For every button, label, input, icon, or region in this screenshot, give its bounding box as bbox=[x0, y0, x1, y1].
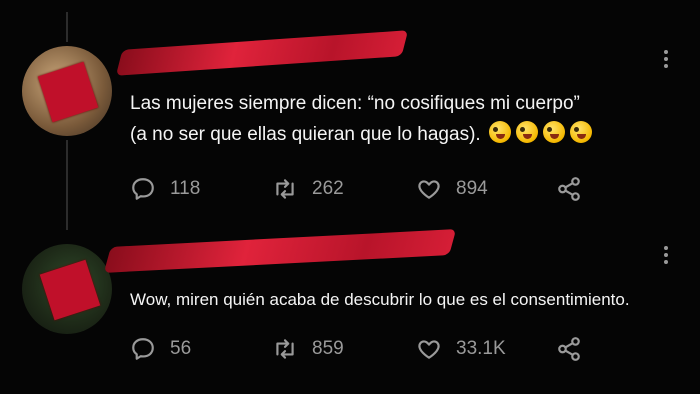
zany-face-icon bbox=[488, 121, 511, 143]
like-count: 894 bbox=[456, 178, 488, 199]
avatar[interactable] bbox=[22, 46, 112, 136]
tweet-text: Wow, miren quién acaba de descubrir lo q… bbox=[130, 290, 630, 309]
retweet-icon bbox=[276, 179, 294, 199]
retweet-button[interactable]: 859 bbox=[272, 336, 344, 362]
retweet-count: 859 bbox=[312, 338, 344, 359]
share-icon bbox=[558, 177, 580, 201]
more-icon[interactable] bbox=[664, 246, 668, 267]
heart-icon bbox=[418, 180, 440, 199]
retweet-count: 262 bbox=[312, 178, 344, 199]
share-icon bbox=[558, 337, 580, 361]
like-count: 33.1K bbox=[456, 338, 506, 359]
heart-icon bbox=[418, 340, 440, 359]
zany-face-icon bbox=[542, 121, 565, 143]
redaction-square bbox=[37, 61, 99, 123]
reply-icon bbox=[132, 178, 154, 200]
tweet-actions: 56 859 33.1K bbox=[130, 336, 600, 364]
like-button[interactable]: 33.1K bbox=[416, 336, 506, 362]
like-button[interactable]: 894 bbox=[416, 176, 488, 202]
emoji-group bbox=[488, 121, 597, 153]
tweet-text-segment: (a no ser que ellas quieran que lo hagas… bbox=[130, 124, 481, 145]
reply-button[interactable]: 118 bbox=[130, 176, 200, 202]
redacted-username bbox=[115, 30, 409, 76]
share-button[interactable] bbox=[556, 336, 596, 362]
zany-face-icon bbox=[569, 121, 592, 143]
reply-count: 118 bbox=[170, 178, 201, 199]
retweet-button[interactable]: 262 bbox=[272, 176, 344, 202]
thread-connector bbox=[66, 140, 68, 230]
zany-face-icon bbox=[515, 121, 538, 143]
tweet-text-line: Las mujeres siempre dicen: “no cosifique… bbox=[130, 93, 580, 114]
reply-count: 56 bbox=[170, 338, 192, 359]
tweet-text: Las mujeres siempre dicen: “no cosifique… bbox=[130, 88, 597, 153]
redaction-square bbox=[39, 259, 101, 321]
avatar[interactable] bbox=[22, 244, 112, 334]
share-button[interactable] bbox=[556, 176, 596, 202]
thread-connector-top bbox=[66, 12, 68, 42]
reply-button[interactable]: 56 bbox=[130, 336, 191, 362]
more-icon[interactable] bbox=[664, 50, 668, 71]
retweet-icon bbox=[276, 339, 294, 359]
tweet-actions: 118 262 894 bbox=[130, 176, 600, 204]
redacted-username bbox=[103, 229, 457, 273]
reply-icon bbox=[132, 338, 154, 360]
tweet-text-line: (a no ser que ellas quieran que lo hagas… bbox=[130, 119, 597, 153]
